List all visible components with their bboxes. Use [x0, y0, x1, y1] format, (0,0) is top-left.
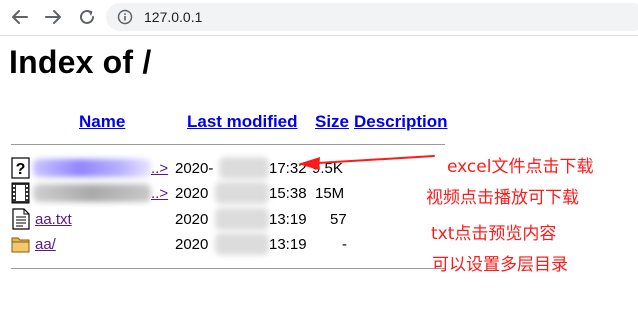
- redacted-filename: [33, 159, 151, 177]
- url-text: 127.0.0.1: [144, 9, 203, 25]
- info-icon[interactable]: [117, 9, 133, 25]
- forward-button[interactable]: [41, 6, 65, 28]
- modified-date: 2020: [175, 185, 209, 202]
- annotation-txt: txt点击预览内容: [431, 224, 557, 244]
- bottom-divider: [11, 268, 445, 269]
- redacted-date: [215, 182, 269, 204]
- modified-time: 13:19: [269, 236, 307, 253]
- redacted-date: [215, 233, 269, 255]
- sort-by-description-link[interactable]: Description: [354, 112, 448, 132]
- arrow-right-icon: [45, 10, 61, 24]
- redacted-date: [219, 157, 269, 179]
- file-size: 15M: [315, 185, 345, 202]
- table-row: aa.txt 2020 13:19 57: [11, 208, 441, 232]
- file-size: 57: [330, 211, 347, 228]
- sort-by-name-link[interactable]: Name: [79, 112, 125, 132]
- page-title: Index of /: [9, 44, 152, 80]
- file-size: -: [342, 236, 347, 253]
- browser-toolbar: 127.0.0.1: [0, 0, 638, 36]
- annotation-video: 视频点击播放可下载: [426, 188, 579, 208]
- annotation-arrow-icon: [298, 155, 435, 170]
- table-row: aa/ 2020 13:19 -: [11, 233, 441, 257]
- video-file-icon: [11, 182, 30, 204]
- folder-icon: [11, 237, 30, 253]
- file-link[interactable]: aa.txt: [35, 211, 72, 228]
- annotation-excel: excel文件点击下载: [447, 157, 594, 177]
- annotation-folder: 可以设置多层目录: [432, 255, 568, 275]
- folder-link[interactable]: aa/: [35, 236, 56, 253]
- modified-date: 2020: [175, 211, 209, 228]
- reload-icon: [80, 9, 94, 24]
- modified-time: 15:38: [269, 185, 307, 202]
- svg-text:?: ?: [16, 161, 26, 178]
- arrow-left-icon: [12, 10, 28, 24]
- modified-date: 2020: [175, 236, 209, 253]
- back-button[interactable]: [8, 6, 32, 28]
- address-bar[interactable]: 127.0.0.1: [106, 3, 638, 31]
- modified-time: 13:19: [269, 211, 307, 228]
- file-link[interactable]: ..>: [151, 160, 168, 177]
- text-file-icon: [12, 208, 30, 230]
- unknown-file-icon: ?: [11, 157, 30, 179]
- sort-by-size-link[interactable]: Size: [315, 112, 349, 132]
- redacted-date: [215, 208, 269, 230]
- file-link[interactable]: ..>: [151, 185, 168, 202]
- redacted-filename: [33, 184, 151, 202]
- sort-by-last-modified-link[interactable]: Last modified: [187, 112, 298, 132]
- table-row: ..> 2020 15:38 15M: [11, 182, 441, 206]
- modified-date: 2020-: [175, 160, 214, 177]
- top-divider: [11, 144, 445, 145]
- reload-button[interactable]: [75, 6, 99, 28]
